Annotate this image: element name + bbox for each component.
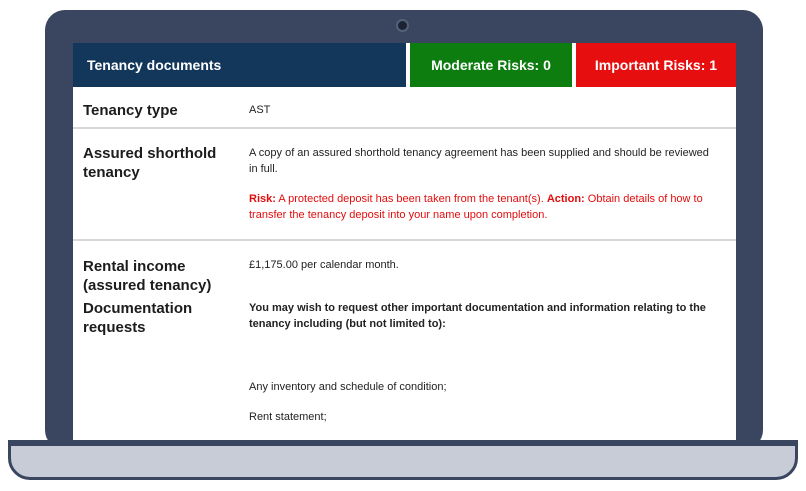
laptop-base	[8, 440, 798, 480]
risk-text: A protected deposit has been taken from …	[278, 193, 544, 205]
moderate-risks-badge: Moderate Risks: 0	[410, 43, 572, 87]
row-tenancy-type: Tenancy type AST	[73, 87, 736, 129]
doc-item-rent-statement: Rent statement;	[249, 411, 327, 423]
ast-risk-note: Risk: A protected deposit has been taken…	[249, 191, 719, 223]
tenancy-type-label: Tenancy type	[83, 102, 178, 119]
rental-value: £1,175.00 per calendar month.	[249, 259, 399, 271]
documentation-label: Documentation requests	[83, 300, 193, 336]
ast-description: A copy of an assured shorthold tenancy a…	[249, 147, 709, 175]
important-risks-badge: Important Risks: 1	[576, 43, 736, 87]
action-label: Action:	[546, 193, 585, 205]
risk-label: Risk:	[249, 193, 276, 205]
ast-label: Assured shorthold tenancy	[83, 145, 217, 181]
tenancy-type-value: AST	[249, 104, 271, 116]
laptop-hinge	[8, 440, 798, 446]
doc-item-inventory: Any inventory and schedule of condition;	[249, 381, 447, 393]
row-assured-shorthold: Assured shorthold tenancy A copy of an a…	[73, 129, 736, 241]
section-title: Tenancy documents	[73, 43, 406, 87]
webcam-icon	[398, 21, 407, 30]
screen: Tenancy documents Moderate Risks: 0 Impo…	[73, 43, 736, 441]
documentation-intro: You may wish to request other important …	[249, 302, 706, 330]
rental-label: Rental income (assured tenancy)	[83, 258, 212, 294]
row-rental-docs: Rental income (assured tenancy) £1,175.0…	[73, 241, 736, 441]
section-header: Tenancy documents Moderate Risks: 0 Impo…	[73, 43, 736, 87]
